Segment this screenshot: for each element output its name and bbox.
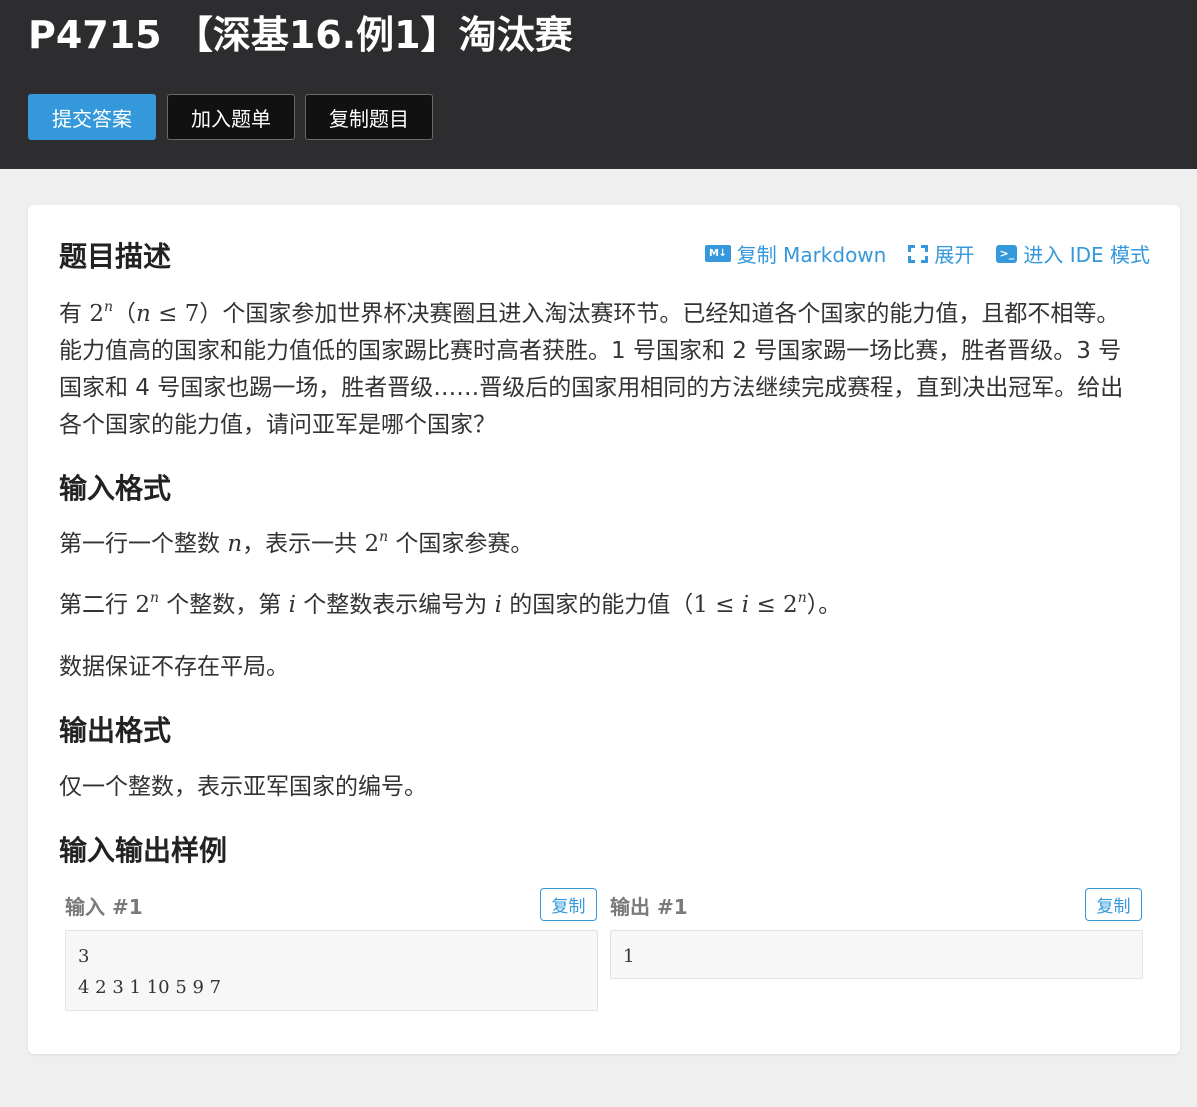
markdown-icon: M↓ (704, 245, 731, 262)
sample-input-label: 输入 #1 (65, 895, 143, 919)
output-format-heading: 输出格式 (59, 714, 172, 747)
copy-markdown-label: 复制 Markdown (736, 243, 887, 267)
description-heading: 题目描述 (59, 240, 172, 273)
copy-problem-button[interactable]: 复制题目 (305, 94, 433, 140)
ide-mode-label: 进入 IDE 模式 (1023, 243, 1150, 267)
page-title: P4715 【深基16.例1】淘汰赛 (28, 13, 573, 57)
input-format-line-1: 第一行一个整数 n，表示一共 2n 个国家参赛。 (59, 529, 534, 557)
input-format-heading: 输入格式 (59, 472, 172, 505)
samples-heading: 输入输出样例 (59, 834, 228, 867)
sample-input-block: 3 4 2 3 1 10 5 9 7 (65, 930, 598, 1011)
sample-output-label: 输出 #1 (610, 895, 688, 919)
expand-link[interactable]: 展开 (908, 239, 974, 268)
problem-card: 题目描述 M↓ 复制 Markdown 展开 >_ 进入 IDE 模式 有 2n… (28, 205, 1180, 1054)
terminal-icon: >_ (996, 244, 1018, 263)
expand-icon (908, 244, 929, 263)
sample-output-block: 1 (610, 930, 1143, 979)
submit-answer-button[interactable]: 提交答案 (28, 94, 156, 140)
copy-output-button[interactable]: 复制 (1085, 888, 1142, 921)
add-to-list-button[interactable]: 加入题单 (167, 94, 295, 140)
description-text: 有 2n（n ≤ 7）个国家参加世界杯决赛圈且进入淘汰赛环节。已经知道各个国家的… (59, 299, 1124, 438)
input-format-line-2: 第二行 2n 个整数，第 i 个整数表示编号为 i 的国家的能力值（1 ≤ i … (59, 590, 842, 618)
output-format-text: 仅一个整数，表示亚军国家的编号。 (59, 774, 427, 800)
input-format-line-3: 数据保证不存在平局。 (59, 654, 289, 680)
copy-input-button[interactable]: 复制 (540, 888, 597, 921)
expand-label: 展开 (934, 243, 975, 267)
problem-header: P4715 【深基16.例1】淘汰赛 提交答案 加入题单 复制题目 (0, 0, 1197, 169)
toolbar: M↓ 复制 Markdown 展开 >_ 进入 IDE 模式 (704, 239, 1150, 268)
copy-markdown-link[interactable]: M↓ 复制 Markdown (704, 239, 887, 268)
ide-mode-link[interactable]: >_ 进入 IDE 模式 (996, 239, 1150, 268)
